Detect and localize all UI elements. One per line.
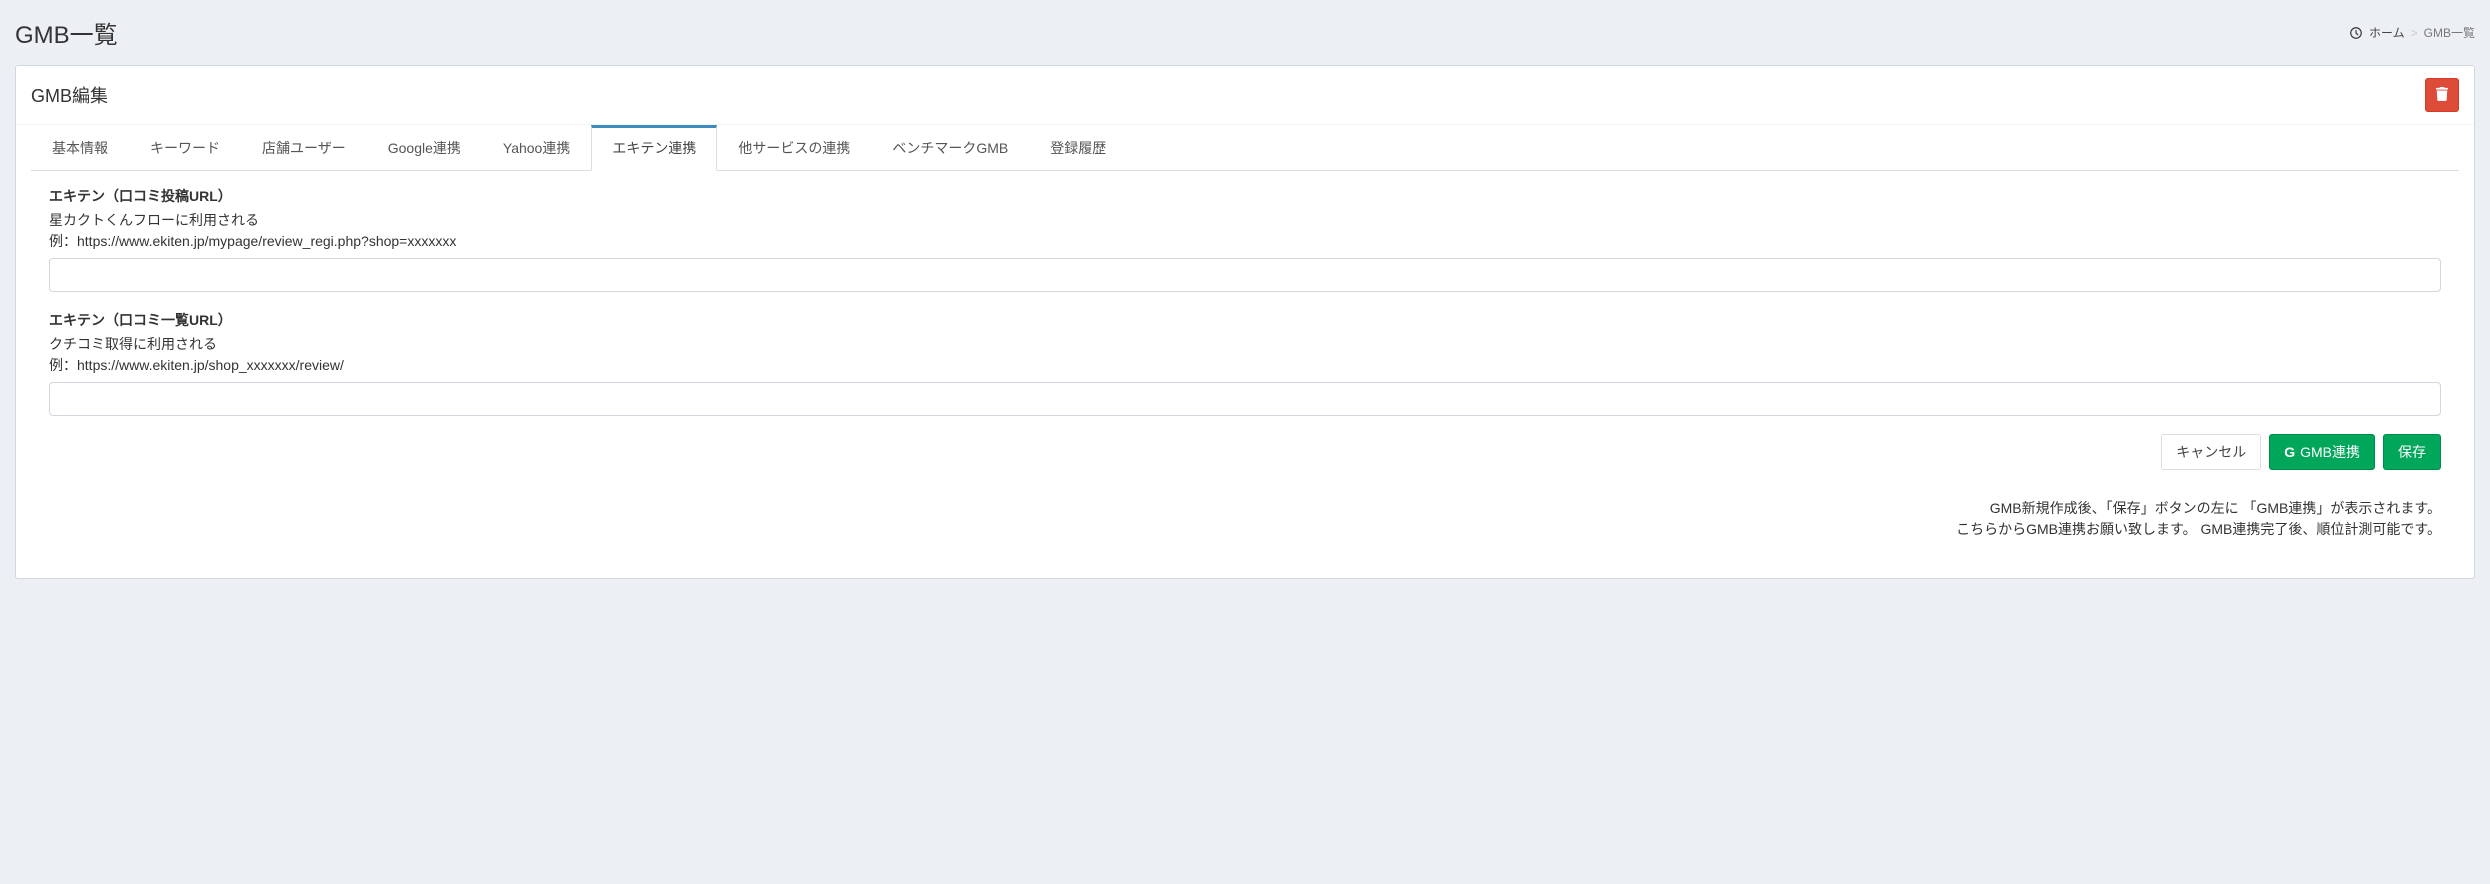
review-post-help1: 星カクトくんフローに利用される xyxy=(49,210,2441,231)
tab-yahoo-link[interactable]: Yahoo連携 xyxy=(482,125,591,171)
review-post-help2: 例：https://www.ekiten.jp/mypage/review_re… xyxy=(49,231,2441,252)
review-list-help1: クチコミ取得に利用される xyxy=(49,334,2441,355)
breadcrumb-current: GMB一覧 xyxy=(2424,24,2475,41)
tab-benchmark-gmb[interactable]: ベンチマークGMB xyxy=(871,125,1029,171)
tab-history[interactable]: 登録履歴 xyxy=(1029,125,1127,171)
tab-store-user[interactable]: 店舗ユーザー xyxy=(241,125,367,171)
google-g-icon: G xyxy=(2284,444,2295,460)
page-title: GMB一覧 xyxy=(15,15,118,50)
breadcrumb-home[interactable]: ホーム xyxy=(2369,24,2405,41)
review-list-label: エキテン（口コミ一覧URL） xyxy=(49,310,2441,330)
edit-card: GMB編集 基本情報 キーワード 店舗ユーザー Google連携 Yahoo連携… xyxy=(15,65,2475,579)
review-list-help2: 例：https://www.ekiten.jp/shop_xxxxxxx/rev… xyxy=(49,355,2441,376)
gmb-link-label: GMB連携 xyxy=(2300,442,2360,462)
tab-google-link[interactable]: Google連携 xyxy=(367,125,482,171)
card-title: GMB編集 xyxy=(31,82,108,108)
footer-note-line2: こちらからGMB連携お願い致します。 GMB連携完了後、順位計測可能です。 xyxy=(49,519,2441,540)
review-post-group: エキテン（口コミ投稿URL） 星カクトくんフローに利用される 例：https:/… xyxy=(49,186,2441,292)
review-list-input[interactable] xyxy=(49,382,2441,416)
tab-content: エキテン（口コミ投稿URL） 星カクトくんフローに利用される 例：https:/… xyxy=(31,171,2459,578)
review-post-label: エキテン（口コミ投稿URL） xyxy=(49,186,2441,206)
tab-basic-info[interactable]: 基本情報 xyxy=(31,125,129,171)
button-row: キャンセル G GMB連携 保存 xyxy=(49,434,2441,470)
delete-button[interactable] xyxy=(2425,78,2459,112)
tab-keyword[interactable]: キーワード xyxy=(129,125,241,171)
tabs: 基本情報 キーワード 店舗ユーザー Google連携 Yahoo連携 エキテン連… xyxy=(31,125,2459,171)
save-button[interactable]: 保存 xyxy=(2383,434,2441,470)
gmb-link-button[interactable]: G GMB連携 xyxy=(2269,434,2375,470)
tab-other-services[interactable]: 他サービスの連携 xyxy=(717,125,871,171)
footer-note: GMB新規作成後、「保存」ボタンの左に 「GMB連携」が表示されます。 こちらか… xyxy=(49,498,2441,540)
tab-ekiten-link[interactable]: エキテン連携 xyxy=(591,125,717,171)
breadcrumb: ホーム > GMB一覧 xyxy=(2349,24,2475,41)
trash-icon xyxy=(2435,87,2449,104)
dashboard-icon xyxy=(2349,26,2363,40)
footer-note-line1: GMB新規作成後、「保存」ボタンの左に 「GMB連携」が表示されます。 xyxy=(49,498,2441,519)
cancel-button[interactable]: キャンセル xyxy=(2161,434,2261,470)
breadcrumb-separator: > xyxy=(2411,26,2418,40)
review-post-input[interactable] xyxy=(49,258,2441,292)
review-list-group: エキテン（口コミ一覧URL） クチコミ取得に利用される 例：https://ww… xyxy=(49,310,2441,416)
